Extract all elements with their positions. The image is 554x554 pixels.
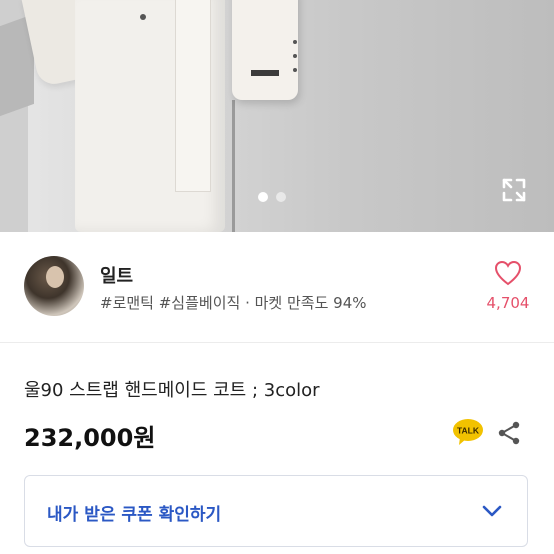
product-image-carousel[interactable] <box>0 0 554 232</box>
coat-button <box>140 14 146 20</box>
seller-avatar[interactable] <box>24 256 84 316</box>
coupon-dropdown[interactable]: 내가 받은 쿠폰 확인하기 <box>24 475 528 547</box>
product-title: 울90 스트랩 핸드메이드 코트 ; 3color <box>24 380 320 401</box>
seller-info[interactable]: 일트 #로맨틱 #심플베이직 · 마켓 만족도 94% 4,704 <box>0 232 554 342</box>
heart-icon[interactable] <box>494 260 522 286</box>
coat-belt <box>175 0 211 192</box>
expand-icon[interactable] <box>498 174 530 206</box>
coat-label-tag <box>251 70 279 76</box>
talk-chat-icon[interactable]: TALK <box>452 418 484 446</box>
section-divider <box>0 342 554 343</box>
coat-sleeve <box>232 0 298 100</box>
seller-tags: #로맨틱 #심플베이직 · 마켓 만족도 94% <box>100 294 367 312</box>
chevron-down-icon[interactable] <box>481 500 503 522</box>
coat-button <box>293 54 297 58</box>
hanger-post <box>232 100 235 232</box>
coat-button <box>293 40 297 44</box>
carousel-dot[interactable] <box>276 192 286 202</box>
share-icon[interactable] <box>496 420 522 446</box>
carousel-indicator <box>258 192 286 202</box>
seller-name[interactable]: 일트 <box>100 262 133 288</box>
carousel-dot-active[interactable] <box>258 192 268 202</box>
product-price: 232,000원 <box>24 424 156 452</box>
coupon-label: 내가 받은 쿠폰 확인하기 <box>47 505 222 525</box>
coat-button <box>293 68 297 72</box>
talk-icon-label: TALK <box>457 426 480 436</box>
like-count: 4,704 <box>486 294 530 312</box>
